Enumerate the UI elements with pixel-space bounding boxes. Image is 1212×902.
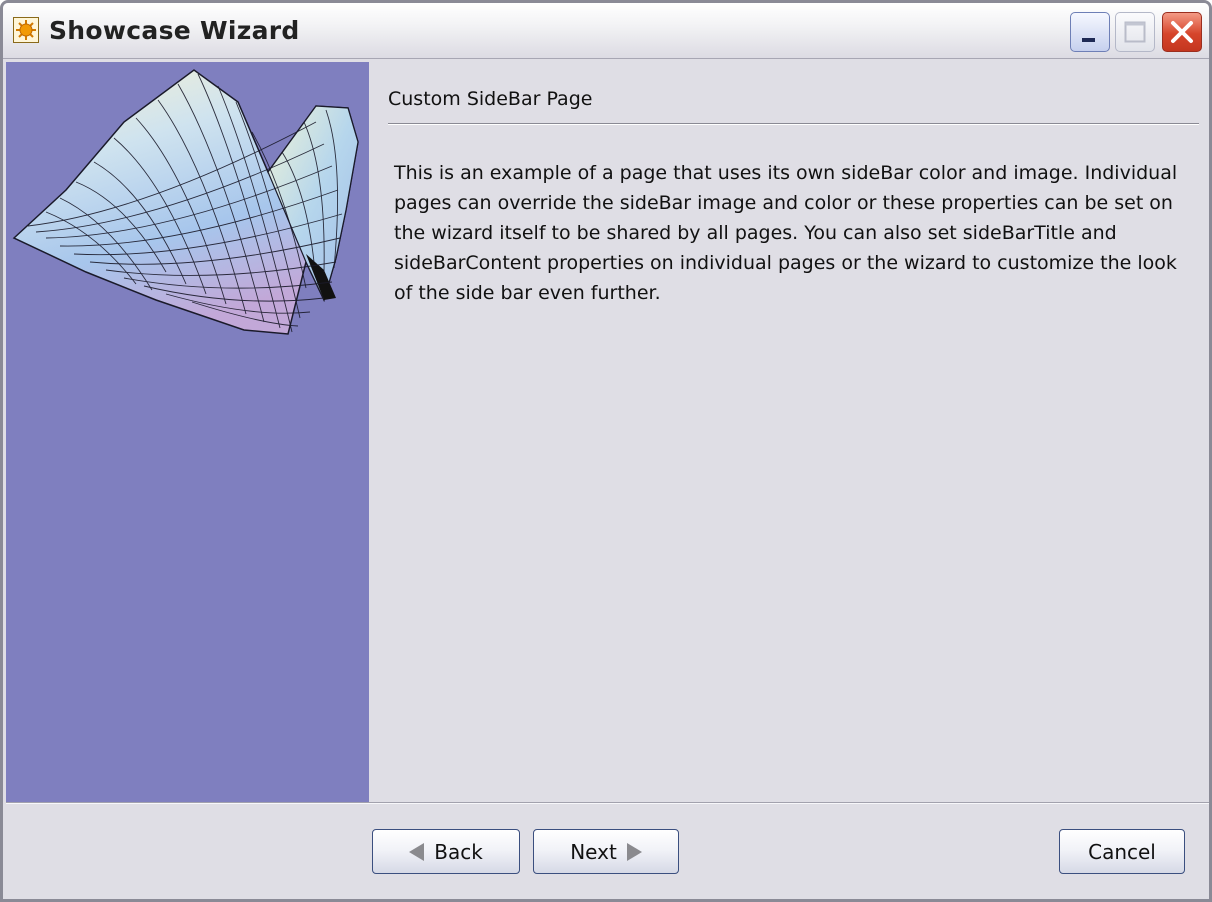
cancel-button-label: Cancel bbox=[1088, 839, 1156, 864]
maximize-icon bbox=[1124, 21, 1146, 43]
next-arrow-icon bbox=[626, 842, 642, 861]
back-arrow-icon bbox=[409, 842, 425, 861]
minimize-icon bbox=[1082, 38, 1095, 42]
content-panel: Custom SideBar Page This is an example o… bbox=[369, 62, 1209, 802]
window-title: Showcase Wizard bbox=[49, 16, 300, 45]
wizard-window: Showcase Wizard Custom SideBar Page This… bbox=[0, 0, 1212, 902]
page-title: Custom SideBar Page bbox=[388, 88, 593, 110]
button-bar-divider bbox=[6, 802, 1209, 804]
close-button[interactable] bbox=[1162, 12, 1202, 52]
next-button-label: Next bbox=[570, 839, 617, 864]
back-button[interactable]: Back bbox=[372, 829, 520, 874]
sidebar bbox=[6, 62, 369, 802]
3d-surface-plot-image bbox=[12, 69, 359, 335]
cancel-button[interactable]: Cancel bbox=[1059, 829, 1185, 874]
sun-gear-icon bbox=[13, 17, 39, 43]
next-button[interactable]: Next bbox=[533, 829, 679, 874]
minimize-button[interactable] bbox=[1070, 12, 1110, 52]
maximize-button[interactable] bbox=[1115, 12, 1155, 52]
close-icon bbox=[1171, 21, 1193, 43]
title-bar[interactable]: Showcase Wizard bbox=[3, 3, 1209, 59]
heading-divider bbox=[388, 123, 1199, 125]
back-button-label: Back bbox=[434, 839, 483, 864]
page-description: This is an example of a page that uses i… bbox=[394, 162, 1178, 304]
